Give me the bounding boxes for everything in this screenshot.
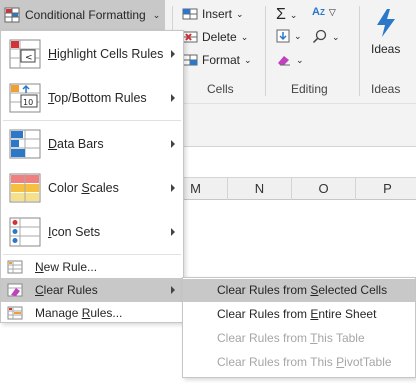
submenu-arrow-icon: [171, 50, 175, 58]
column-header-n[interactable]: N: [228, 178, 292, 200]
delete-button[interactable]: Delete ⌄: [182, 30, 248, 44]
chevron-down-icon: ⌄: [244, 54, 252, 65]
submenu-item-clear-selected-cells[interactable]: Clear Rules from Selected Cells: [183, 279, 415, 302]
sort-az-icon: AZ: [312, 6, 325, 18]
lightning-bolt-icon: [377, 9, 395, 37]
chevron-down-icon: ⌄: [240, 31, 249, 42]
icon-sets-icon: [9, 217, 41, 247]
chevron-down-icon: ⌄: [236, 8, 244, 19]
clear-button[interactable]: ⌄: [276, 53, 304, 67]
color-scales-icon: [9, 173, 41, 203]
menu-item-color-scales[interactable]: Color Scales: [1, 166, 183, 210]
ideas-group-label: Ideas: [371, 82, 401, 96]
menu-item-label: Color Scales: [48, 181, 119, 195]
fill-down-icon: [276, 29, 290, 43]
conditional-formatting-icon: [4, 7, 20, 23]
submenu-item-clear-entire-sheet[interactable]: Clear Rules from Entire Sheet: [183, 303, 415, 326]
menu-item-label: New Rule...: [35, 260, 98, 274]
conditional-formatting-button[interactable]: Conditional Formatting ⌄: [0, 0, 165, 30]
menu-item-clear-rules[interactable]: Clear Rules: [1, 278, 183, 302]
chevron-down-icon: ⌄: [289, 9, 298, 20]
ideas-label: Ideas: [371, 42, 401, 56]
editing-group-label: Editing: [291, 82, 328, 96]
submenu-arrow-icon: [171, 140, 175, 148]
conditional-formatting-menu: < Highlight Cells Rules 10 Top/Bottom Ru…: [0, 30, 184, 323]
submenu-arrow-icon: [171, 184, 175, 192]
submenu-arrow-icon: [171, 286, 175, 294]
column-header-p[interactable]: P: [356, 178, 416, 200]
svg-text:<: <: [25, 53, 33, 63]
chevron-down-icon: ▽: [328, 6, 336, 17]
highlight-cells-icon: <: [9, 39, 41, 69]
menu-item-new-rule[interactable]: New Rule...: [1, 255, 183, 279]
ribbon-separator: [359, 6, 360, 96]
submenu-item-clear-this-pivottable: Clear Rules from This PivotTable: [217, 355, 392, 369]
delete-label: Delete: [202, 30, 237, 44]
menu-item-label: Data Bars: [48, 137, 104, 151]
menu-item-highlight-cells-rules[interactable]: < Highlight Cells Rules: [1, 32, 183, 76]
menu-separator: [3, 120, 181, 121]
ribbon-separator: [265, 6, 266, 96]
menu-item-data-bars[interactable]: Data Bars: [1, 122, 183, 166]
manage-rules-icon: [7, 306, 23, 320]
top-bottom-icon: 10: [9, 83, 41, 113]
chevron-down-icon: ⌄: [332, 31, 340, 42]
new-rule-icon: [7, 260, 23, 274]
sigma-icon: Σ: [276, 6, 286, 23]
menu-item-label: Icon Sets: [48, 225, 101, 239]
chevron-down-icon: ⌄: [152, 9, 161, 20]
search-icon: [312, 29, 327, 44]
data-bars-icon: [9, 129, 41, 159]
insert-button[interactable]: Insert ⌄: [182, 7, 244, 21]
chevron-down-icon: ⌄: [294, 30, 302, 41]
column-header-o[interactable]: O: [292, 178, 356, 200]
autosum-button[interactable]: Σ ⌄: [276, 6, 297, 24]
conditional-formatting-label: Conditional Formatting: [25, 8, 146, 22]
menu-item-top-bottom-rules[interactable]: 10 Top/Bottom Rules: [1, 76, 183, 120]
menu-item-manage-rules[interactable]: Manage Rules...: [1, 301, 183, 325]
sort-filter-button[interactable]: AZ ▽: [312, 6, 336, 18]
insert-cells-icon: [182, 8, 198, 20]
find-select-button[interactable]: ⌄: [312, 29, 340, 45]
menu-item-label: Top/Bottom Rules: [48, 91, 147, 105]
format-button[interactable]: Format ⌄: [182, 53, 252, 67]
clear-rules-submenu: Clear Rules from Selected Cells Clear Ru…: [182, 277, 416, 378]
fill-button[interactable]: ⌄: [276, 29, 302, 43]
submenu-arrow-icon: [171, 94, 175, 102]
clear-rules-icon: [7, 283, 23, 297]
chevron-down-icon: ⌄: [296, 54, 304, 65]
eraser-icon: [278, 56, 290, 66]
menu-item-label: Highlight Cells Rules: [48, 47, 164, 61]
menu-item-label: Manage Rules...: [35, 306, 123, 320]
menu-item-label: Clear Rules: [35, 283, 98, 297]
format-label: Format: [202, 53, 241, 67]
svg-text:10: 10: [23, 98, 33, 107]
insert-label: Insert: [202, 7, 233, 21]
ideas-button[interactable]: Ideas: [366, 6, 406, 66]
format-cells-icon: [182, 54, 198, 66]
cells-group-label: Cells: [207, 82, 234, 96]
menu-item-icon-sets[interactable]: Icon Sets: [1, 210, 183, 254]
delete-cells-icon: [182, 31, 198, 43]
submenu-item-clear-this-table: Clear Rules from This Table: [217, 331, 365, 345]
submenu-arrow-icon: [171, 228, 175, 236]
